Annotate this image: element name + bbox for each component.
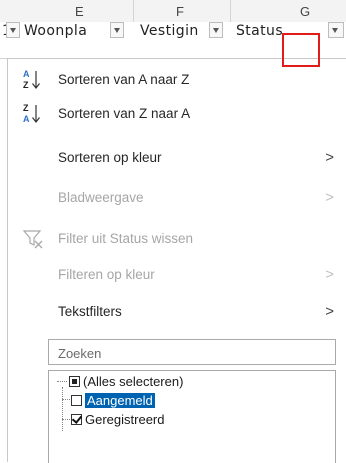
spreadsheet-header: E F G 1 Woonpla Vestigin Status — [0, 0, 346, 67]
sort-descending-label: Sorteren van Z naar A — [58, 106, 191, 121]
autofilter-menu: A Z Sorteren van A naar Z Z A Sorteren v… — [7, 58, 346, 463]
list-item-label: Geregistreerd — [85, 412, 165, 427]
text-filters-item[interactable]: Tekstfilters > — [8, 297, 346, 327]
highlight-outline — [282, 33, 320, 67]
header-label-woonplaats: Woonpla — [24, 23, 88, 39]
list-item-label: (Alles selecteren) — [83, 374, 184, 389]
column-letter-e[interactable]: E — [75, 4, 84, 19]
filter-by-color-label: Filteren op kleur — [58, 267, 155, 282]
dropdown-arrow-icon[interactable] — [110, 22, 124, 38]
chevron-right-icon: > — [325, 266, 334, 283]
list-item-label: Aangemeld — [84, 392, 156, 409]
sort-by-color-label: Sorteren op kleur — [58, 150, 162, 165]
filter-value-list: (Alles selecteren) Aangemeld Geregistree… — [48, 370, 336, 463]
checkbox-unchecked[interactable] — [71, 395, 82, 406]
checkbox-partial[interactable] — [69, 376, 80, 387]
sort-by-color-item[interactable]: Sorteren op kleur > — [8, 143, 346, 173]
column-letter-g[interactable]: G — [300, 4, 310, 19]
search-input[interactable] — [56, 341, 330, 365]
column-letters-bar: E F G — [0, 0, 346, 23]
svg-text:A: A — [23, 69, 30, 79]
search-box[interactable] — [48, 339, 336, 365]
header-cell-woonplaats[interactable]: Woonpla — [6, 22, 133, 41]
sheet-view-item: Bladweergave > — [8, 183, 346, 213]
sort-ascending-label: Sorteren van A naar Z — [58, 72, 190, 87]
checkbox-checked[interactable] — [71, 414, 82, 425]
header-label-vestiging: Vestigin — [140, 23, 199, 39]
svg-text:Z: Z — [23, 103, 29, 113]
sort-a-z-icon: A Z — [21, 68, 45, 92]
svg-text:A: A — [23, 114, 30, 124]
clear-filter-icon — [21, 227, 45, 251]
sort-z-a-icon: Z A — [21, 102, 45, 126]
clear-filter-label: Filter uit Status wissen — [58, 231, 194, 246]
chevron-right-icon: > — [325, 189, 334, 206]
svg-text:Z: Z — [23, 80, 29, 90]
chevron-right-icon: > — [325, 303, 334, 320]
sort-ascending-item[interactable]: A Z Sorteren van A naar Z — [8, 65, 346, 95]
filter-by-color-item: Filteren op kleur > — [8, 260, 346, 290]
header-label-status: Status — [236, 23, 284, 39]
column-letter-f[interactable]: F — [176, 4, 184, 19]
sheet-view-label: Bladweergave — [58, 190, 144, 205]
sort-descending-item[interactable]: Z A Sorteren van Z naar A — [8, 99, 346, 129]
clear-filter-item: Filter uit Status wissen — [8, 224, 346, 254]
dropdown-arrow-icon[interactable] — [209, 22, 223, 38]
header-cell-vestiging[interactable]: Vestigin — [133, 22, 230, 41]
chevron-right-icon: > — [325, 149, 334, 166]
dropdown-arrow-icon[interactable] — [328, 22, 344, 38]
text-filters-label: Tekstfilters — [58, 304, 122, 319]
